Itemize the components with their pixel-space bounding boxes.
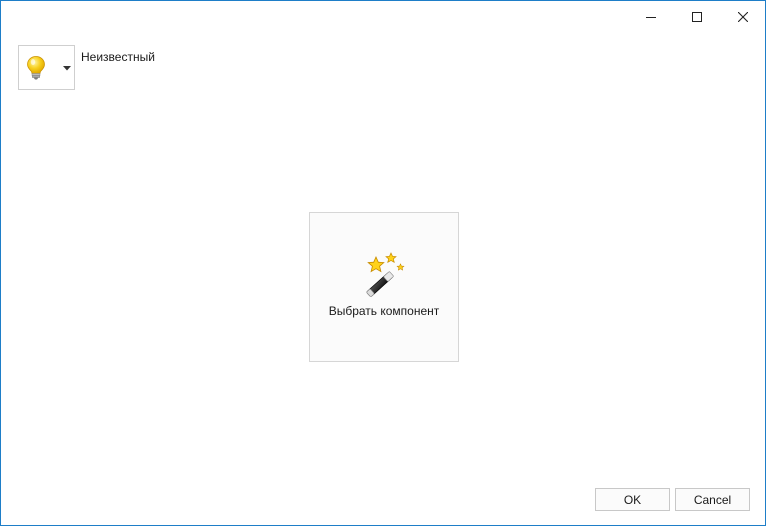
maximize-button[interactable] [674,1,720,33]
title-bar [1,1,765,33]
cancel-button[interactable]: Cancel [675,488,750,511]
chevron-down-icon [63,66,71,71]
type-label: Неизвестный [81,50,155,64]
type-selector-dropdown[interactable] [18,45,75,90]
lightbulb-icon [27,56,45,80]
pick-component-button[interactable]: Выбрать компонент [309,212,459,362]
minimize-button[interactable] [628,1,674,33]
maximize-icon [692,12,702,22]
magic-wand-icon [366,252,405,297]
close-icon [738,12,748,22]
dialog-window: Неизвестный Выбрать компонент OK Cancel [0,0,766,526]
minimize-icon [646,17,656,18]
pick-component-label: Выбрать компонент [328,304,440,318]
close-button[interactable] [720,1,766,33]
ok-button[interactable]: OK [595,488,670,511]
